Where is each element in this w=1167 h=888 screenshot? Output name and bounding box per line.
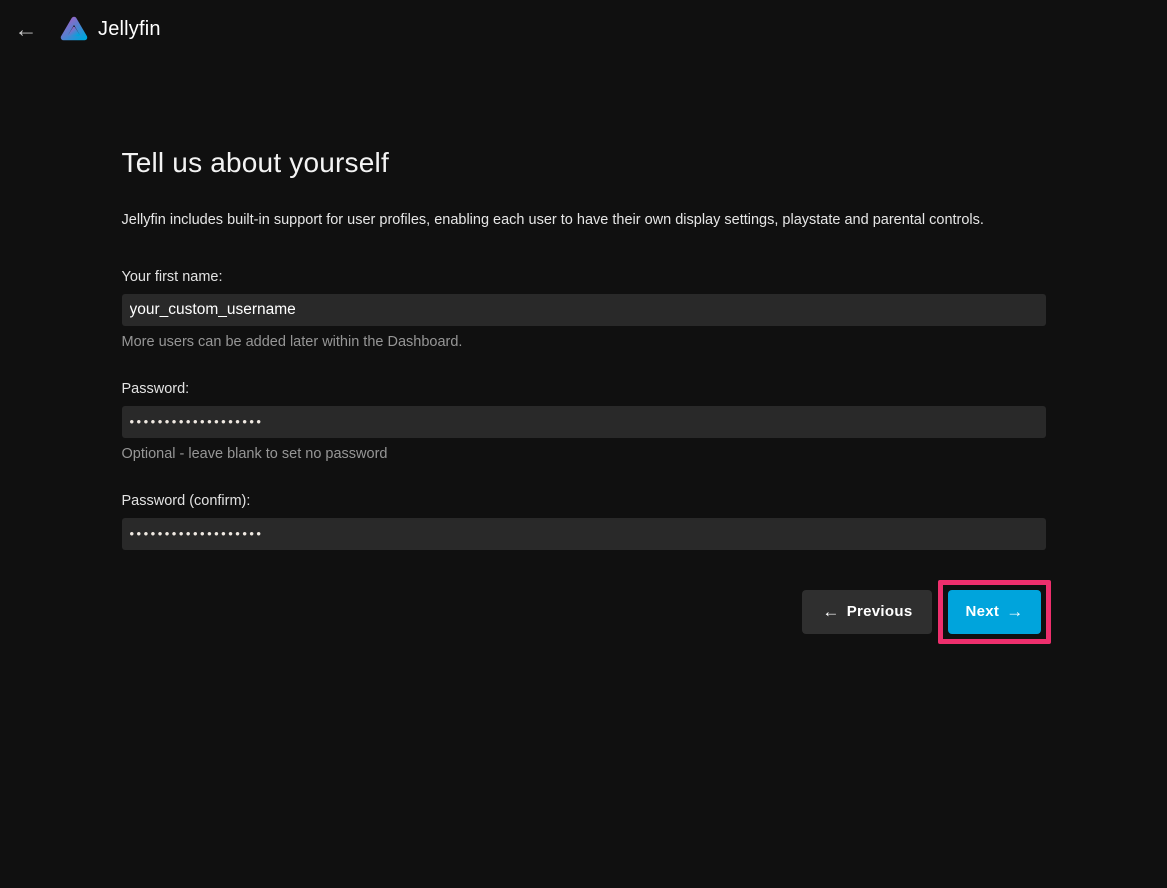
password-field-group: Password: Optional - leave blank to set … bbox=[122, 381, 1046, 462]
password-label: Password: bbox=[122, 381, 1046, 397]
password-confirm-field-group: Password (confirm): bbox=[122, 493, 1046, 550]
previous-button-label: Previous bbox=[847, 603, 913, 620]
password-confirm-input[interactable] bbox=[122, 518, 1046, 550]
page-title: Tell us about yourself bbox=[122, 147, 1046, 179]
username-label: Your first name: bbox=[122, 269, 1046, 285]
next-button[interactable]: Next → bbox=[948, 590, 1040, 634]
previous-button[interactable]: ← Previous bbox=[802, 590, 932, 634]
wizard-button-row: ← Previous Next → bbox=[122, 580, 1046, 644]
back-arrow-icon: ← bbox=[15, 16, 38, 43]
username-helper-text: More users can be added later within the… bbox=[122, 334, 1046, 350]
app-name: Jellyfin bbox=[98, 18, 161, 41]
jellyfin-logo-icon bbox=[58, 13, 90, 45]
left-arrow-icon: ← bbox=[822, 602, 839, 622]
username-input[interactable] bbox=[122, 294, 1046, 326]
password-input[interactable] bbox=[122, 406, 1046, 438]
back-button[interactable]: ← bbox=[6, 9, 46, 49]
setup-wizard-page: Tell us about yourself Jellyfin includes… bbox=[122, 147, 1046, 644]
next-button-label: Next bbox=[965, 603, 999, 620]
annotation-highlight-box: Next → bbox=[938, 580, 1050, 644]
username-field-group: Your first name: More users can be added… bbox=[122, 269, 1046, 350]
right-arrow-icon: → bbox=[1006, 602, 1023, 622]
password-helper-text: Optional - leave blank to set no passwor… bbox=[122, 446, 1046, 462]
page-description: Jellyfin includes built-in support for u… bbox=[122, 213, 1046, 229]
app-header: ← Jellyfin bbox=[0, 0, 1167, 58]
jellyfin-logo: Jellyfin bbox=[58, 13, 161, 45]
password-confirm-label: Password (confirm): bbox=[122, 493, 1046, 509]
